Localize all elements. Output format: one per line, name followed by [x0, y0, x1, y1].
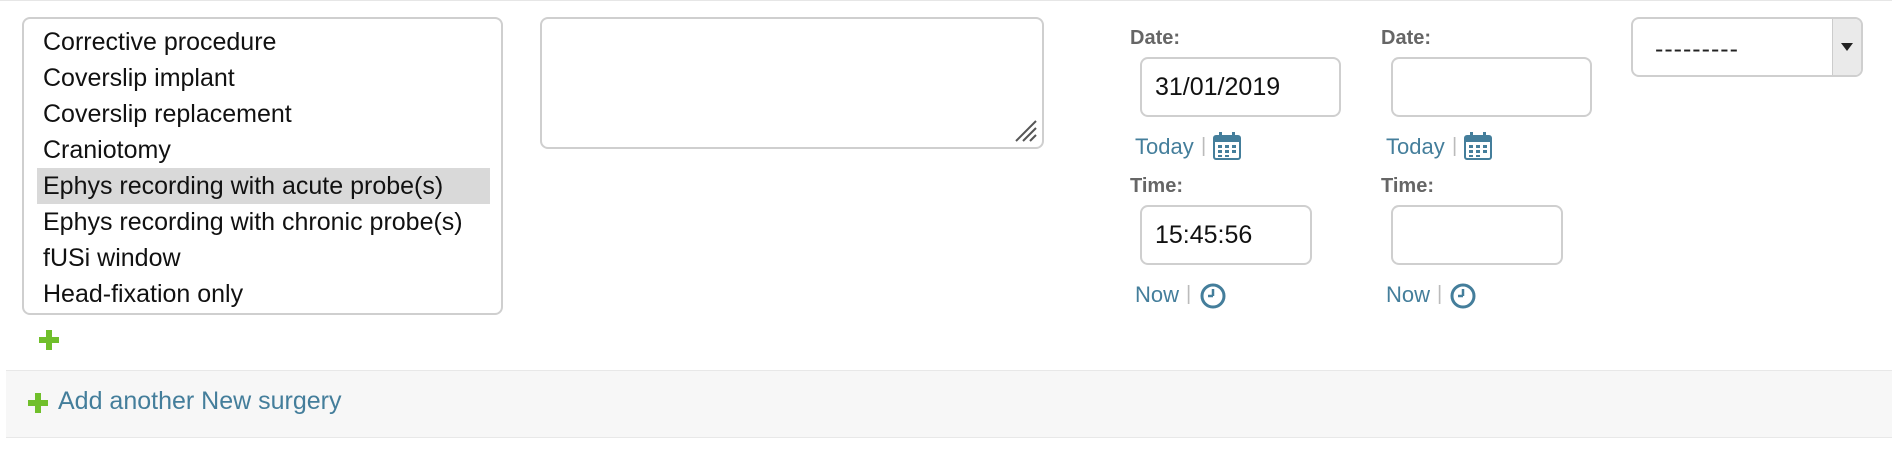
separator: | — [1452, 135, 1458, 157]
start-today-link[interactable]: Today — [1135, 134, 1194, 160]
procedure-option[interactable]: Corrective procedure — [37, 24, 490, 60]
procedure-option[interactable]: Craniotomy — [37, 132, 490, 168]
end-time-label: Time: — [1381, 175, 1434, 197]
start-date-label: Date: — [1130, 27, 1181, 49]
end-today-link[interactable]: Today — [1386, 134, 1445, 160]
procedures-select[interactable]: Corrective procedure Coverslip implant C… — [22, 17, 503, 315]
calendar-icon[interactable] — [1463, 131, 1493, 161]
plus-icon[interactable] — [27, 392, 49, 414]
end-time-input[interactable] — [1391, 205, 1563, 265]
separator: | — [1186, 283, 1192, 305]
add-another-surgery-link[interactable]: Add another New surgery — [58, 387, 341, 416]
end-now-link[interactable]: Now — [1386, 282, 1430, 308]
resize-grip-icon[interactable] — [1012, 117, 1038, 143]
calendar-icon[interactable] — [1212, 131, 1242, 161]
procedure-option-selected[interactable]: Ephys recording with acute probe(s) — [37, 168, 490, 204]
surgeon-select[interactable]: --------- — [1631, 17, 1863, 77]
procedure-option[interactable]: Coverslip replacement — [37, 96, 490, 132]
procedure-option[interactable]: fUSi window — [37, 240, 490, 276]
end-date-label: Date: — [1381, 27, 1432, 49]
chevron-down-icon[interactable] — [1832, 19, 1861, 75]
start-now-link[interactable]: Now — [1135, 282, 1179, 308]
separator: | — [1437, 283, 1443, 305]
clock-icon[interactable] — [1199, 282, 1227, 310]
top-divider — [0, 0, 1892, 1]
start-date-input[interactable]: 31/01/2019 — [1140, 57, 1341, 117]
procedure-option[interactable]: Ephys recording with chronic probe(s) — [37, 204, 490, 240]
start-time-input[interactable]: 15:45:56 — [1140, 205, 1312, 265]
select-value: --------- — [1655, 35, 1739, 63]
add-procedure-plus-icon[interactable] — [38, 329, 60, 351]
notes-textarea[interactable] — [540, 17, 1044, 149]
separator: | — [1201, 135, 1207, 157]
end-date-input[interactable] — [1391, 57, 1592, 117]
clock-icon[interactable] — [1449, 282, 1477, 310]
procedure-option[interactable]: Head-fixation only — [37, 276, 490, 312]
start-time-label: Time: — [1130, 175, 1183, 197]
procedure-option[interactable]: Coverslip implant — [37, 60, 490, 96]
add-row-bar: Add another New surgery — [6, 370, 1892, 438]
